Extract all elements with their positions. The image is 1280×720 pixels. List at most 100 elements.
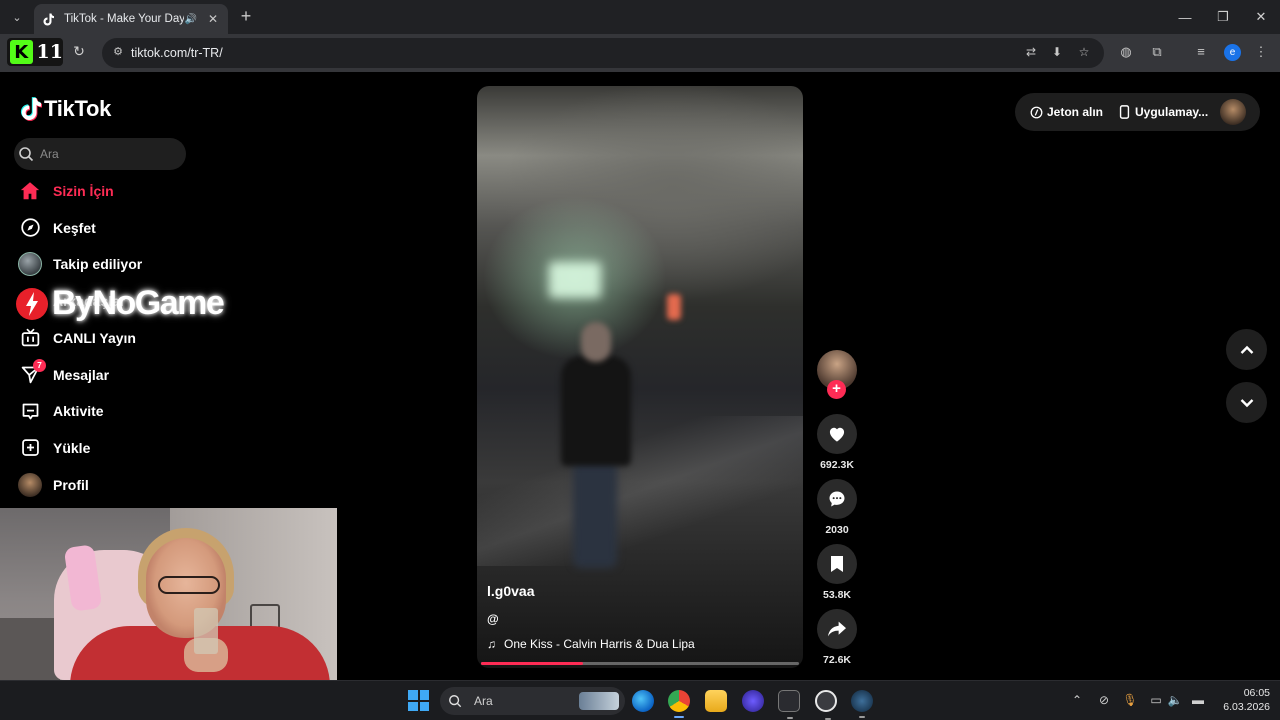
sidebar-item-upload[interactable]: Yükle: [18, 435, 218, 461]
coin-icon: [1029, 105, 1043, 119]
user-avatar[interactable]: [1220, 99, 1246, 125]
video-description[interactable]: @: [487, 612, 499, 626]
reload-icon[interactable]: ↻: [70, 43, 88, 61]
sidebar-item-profile[interactable]: Profil: [18, 472, 218, 498]
media-app-icon[interactable]: [742, 690, 764, 712]
comment-count: 2030: [825, 524, 849, 536]
bookmark-star-icon[interactable]: ☆: [1076, 45, 1092, 61]
next-video-button[interactable]: [1226, 382, 1267, 423]
browser-profile-avatar[interactable]: e: [1224, 44, 1241, 61]
previous-video-button[interactable]: [1226, 329, 1267, 370]
browser-tab[interactable]: TikTok - Make Your Day 🔊 ✕: [34, 4, 228, 34]
tray-overflow-icon[interactable]: ⌃: [1069, 693, 1085, 709]
minimize-button[interactable]: —: [1166, 0, 1204, 34]
windows-taskbar: Ara ⌃ ⊘ 🎙 ▭ 🔈 ▬ 06:05 6.03.2026: [0, 680, 1280, 720]
taskbar-search[interactable]: Ara: [440, 687, 625, 715]
webcam-overlay: [0, 508, 337, 697]
tab-search-button[interactable]: ⌄: [6, 6, 28, 28]
heart-icon: [829, 427, 845, 442]
sidebar-item-label: Yükle: [53, 439, 91, 456]
tab-close-icon[interactable]: ✕: [206, 12, 220, 26]
kick-extension-badge[interactable]: K 11: [7, 38, 63, 66]
search-box[interactable]: [14, 138, 186, 170]
comment-button[interactable]: [817, 479, 857, 519]
edge-icon[interactable]: [632, 690, 654, 712]
windows-start-icon[interactable]: [408, 690, 429, 711]
sidebar-item-activity[interactable]: Aktivite: [18, 398, 218, 424]
media-controls-icon[interactable]: ≡: [1192, 44, 1210, 62]
share-icon: [828, 621, 846, 637]
video-subject: [557, 322, 631, 572]
taskbar-search-placeholder: Ara: [474, 694, 493, 708]
tiktok-logo[interactable]: TikTok: [20, 96, 111, 122]
sidebar-item-following[interactable]: Takip ediliyor: [18, 251, 218, 277]
top-right-actions: Jeton alın Uygulamay...: [1015, 93, 1260, 131]
bynogame-logo-icon: [16, 287, 48, 320]
sidebar-item-label: Sizin İçin: [53, 183, 114, 199]
sidebar-item-label: Takip ediliyor: [53, 256, 143, 273]
window-close-button[interactable]: ✕: [1242, 0, 1280, 34]
chrome-icon[interactable]: [668, 690, 690, 718]
sidebar-item-for-you[interactable]: Sizin İçin: [18, 178, 218, 204]
address-bar[interactable]: ⚙ tiktok.com/tr-TR/ ⇄ ⬇ ☆: [102, 38, 1104, 68]
sidebar-item-explore[interactable]: Keşfet: [18, 215, 218, 241]
site-info-icon[interactable]: ⚙: [110, 45, 126, 61]
share-count: 72.6K: [822, 654, 852, 666]
follow-button[interactable]: +: [827, 380, 846, 399]
sidebar-item-label: Keşfet: [53, 219, 96, 236]
like-button[interactable]: [817, 414, 857, 454]
video-music[interactable]: ♫ One Kiss - Calvin Harris & Dua Lipa: [487, 637, 695, 651]
file-explorer-icon[interactable]: [705, 690, 727, 712]
phone-icon: [1117, 105, 1131, 119]
system-clock[interactable]: 06:05 6.03.2026: [1214, 686, 1270, 714]
chevron-down-icon: [1240, 398, 1253, 407]
search-icon: [19, 147, 34, 162]
video-progress-bar[interactable]: [481, 662, 799, 665]
browser-tab-strip: ⌄ TikTok - Make Your Day 🔊 ✕ + — ❐ ✕: [0, 0, 1280, 34]
tab-audio-icon[interactable]: 🔊: [184, 12, 198, 26]
messages-count-badge: 7: [33, 358, 46, 372]
share-button[interactable]: [817, 609, 857, 649]
get-app-label: Uygulamay...: [1135, 105, 1209, 119]
video-player[interactable]: l.g0vaa @ ♫ One Kiss - Calvin Harris & D…: [477, 86, 803, 668]
game-launcher-icon[interactable]: [778, 690, 800, 719]
microphone-tray-icon[interactable]: 🎙: [1122, 693, 1138, 709]
vpn-globe-icon[interactable]: ◍: [1117, 44, 1135, 62]
battery-icon[interactable]: ▬: [1190, 693, 1206, 709]
stream-watermark: ByNoGame: [16, 284, 225, 323]
video-author[interactable]: l.g0vaa: [487, 583, 534, 599]
tiktok-page: TikTok Sizin İçin Keşfet Takip ediliyor …: [0, 72, 1280, 697]
get-coins-button[interactable]: Jeton alın: [1029, 105, 1103, 119]
upload-icon: [18, 436, 42, 460]
tray-app-icon[interactable]: ⊘: [1096, 693, 1112, 709]
sidebar-item-live[interactable]: CANLI Yayın: [18, 325, 218, 351]
video-progress-fill: [481, 662, 583, 665]
profile-avatar: [18, 472, 42, 497]
sidebar-item-label: Aktivite: [53, 403, 104, 420]
clock-date: 6.03.2026: [1223, 701, 1270, 713]
kick-logo-icon: K: [10, 40, 33, 64]
tiktok-logo-icon: [20, 97, 42, 121]
sidebar-item-messages[interactable]: 7 Mesajlar: [18, 358, 218, 388]
sidebar-item-label: Profil: [53, 476, 89, 493]
search-input[interactable]: [40, 147, 170, 161]
watermark-text: ByNoGame: [52, 284, 225, 322]
obs-icon[interactable]: [815, 690, 837, 720]
get-app-button[interactable]: Uygulamay...: [1117, 105, 1208, 119]
search-icon: [449, 695, 462, 708]
kick-badge-number: 11: [36, 41, 63, 63]
install-app-icon[interactable]: ⬇: [1049, 45, 1065, 61]
extensions-icon[interactable]: ⧉: [1148, 44, 1166, 62]
search-highlight-image: [579, 692, 619, 710]
browser-menu-icon[interactable]: ⋮: [1252, 44, 1270, 62]
save-button[interactable]: [817, 544, 857, 584]
translate-icon[interactable]: ⇄: [1023, 45, 1039, 61]
restore-button[interactable]: ❐: [1204, 0, 1242, 34]
new-tab-button[interactable]: +: [236, 7, 256, 27]
network-icon[interactable]: ▭: [1148, 693, 1164, 709]
save-count: 53.8K: [822, 589, 852, 601]
home-icon: [18, 179, 42, 203]
steam-icon[interactable]: [851, 690, 873, 718]
messages-icon: 7: [18, 358, 46, 387]
volume-icon[interactable]: 🔈: [1167, 693, 1183, 709]
